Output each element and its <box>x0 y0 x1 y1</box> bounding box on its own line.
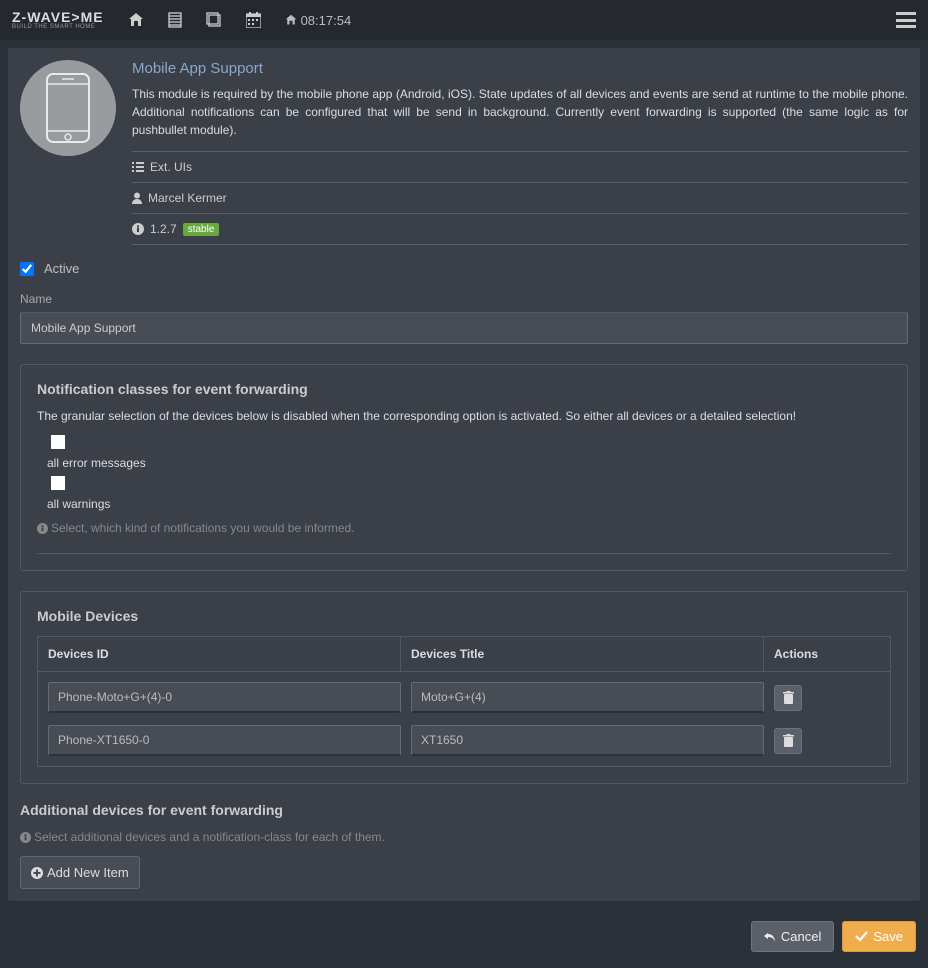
device-id-input[interactable] <box>48 725 401 756</box>
notification-help: Select, which kind of notifications you … <box>37 521 891 554</box>
additional-help-text: Select additional devices and a notifica… <box>34 830 385 844</box>
elements-icon[interactable] <box>168 12 182 28</box>
menu-icon[interactable] <box>896 12 916 28</box>
user-icon <box>132 192 142 204</box>
device-title-input[interactable] <box>411 682 764 713</box>
col-header-actions: Actions <box>764 637 890 671</box>
category-text: Ext. UIs <box>150 160 192 174</box>
trash-icon <box>783 691 794 704</box>
device-title-input[interactable] <box>411 725 764 756</box>
delete-button[interactable] <box>774 728 802 754</box>
clock-time: 08:17:54 <box>301 13 352 28</box>
name-label: Name <box>20 292 908 306</box>
list-icon <box>132 162 144 172</box>
clock: 08:17:54 <box>285 13 352 28</box>
module-category: Ext. UIs <box>132 151 908 182</box>
warnings-label: all warnings <box>47 497 891 511</box>
delete-button[interactable] <box>774 685 802 711</box>
save-button[interactable]: Save <box>842 921 916 952</box>
module-author: Marcel Kermer <box>132 182 908 213</box>
devices-title: Mobile Devices <box>37 608 891 624</box>
cancel-button[interactable]: Cancel <box>751 921 834 952</box>
col-header-id: Devices ID <box>38 637 401 671</box>
brand-logo[interactable]: Z-WAVE>ME BUILD THE SMART HOME <box>12 10 104 30</box>
notification-section: Notification classes for event forwardin… <box>20 364 908 571</box>
author-text: Marcel Kermer <box>148 191 227 205</box>
brand-name: Z-WAVE>ME <box>12 10 104 24</box>
info-icon <box>20 832 31 843</box>
devices-section: Mobile Devices Devices ID Devices Title … <box>20 591 908 784</box>
module-icon <box>20 60 116 156</box>
home-small-icon <box>285 14 297 26</box>
footer-actions: Cancel Save <box>8 917 920 960</box>
main-panel: Mobile App Support This module is requir… <box>8 48 920 901</box>
warnings-checkbox[interactable] <box>51 476 65 490</box>
check-icon <box>855 931 868 942</box>
brand-tagline: BUILD THE SMART HOME <box>12 24 104 30</box>
rooms-icon[interactable] <box>206 12 222 28</box>
devices-table: Devices ID Devices Title Actions <box>37 636 891 767</box>
module-title: Mobile App Support <box>132 60 908 77</box>
module-description: This module is required by the mobile ph… <box>132 85 908 139</box>
additional-title: Additional devices for event forwarding <box>20 802 908 818</box>
col-header-title: Devices Title <box>401 637 764 671</box>
trash-icon <box>783 734 794 747</box>
table-row <box>42 719 886 762</box>
notification-desc: The granular selection of the devices be… <box>37 409 891 423</box>
module-version: 1.2.7 stable <box>132 213 908 245</box>
active-checkbox[interactable] <box>20 262 34 276</box>
maturity-badge: stable <box>183 223 220 236</box>
info-icon <box>132 223 144 235</box>
top-nav: Z-WAVE>ME BUILD THE SMART HOME 08:17:54 <box>0 0 928 40</box>
errors-checkbox[interactable] <box>51 435 65 449</box>
name-input[interactable] <box>20 312 908 344</box>
version-text: 1.2.7 <box>150 222 177 236</box>
home-icon[interactable] <box>128 12 144 28</box>
notification-title: Notification classes for event forwardin… <box>37 381 891 397</box>
additional-help: Select additional devices and a notifica… <box>20 830 908 844</box>
errors-label: all error messages <box>47 456 891 470</box>
calendar-icon[interactable] <box>246 12 261 28</box>
plus-circle-icon <box>31 867 43 879</box>
info-icon <box>37 523 48 534</box>
table-row <box>42 676 886 719</box>
phone-icon <box>46 73 90 143</box>
additional-section: Additional devices for event forwarding … <box>20 802 908 889</box>
active-label: Active <box>44 261 79 276</box>
notification-help-text: Select, which kind of notifications you … <box>51 521 355 535</box>
device-id-input[interactable] <box>48 682 401 713</box>
add-item-label: Add New Item <box>47 865 129 880</box>
undo-icon <box>764 931 776 943</box>
add-item-button[interactable]: Add New Item <box>20 856 140 889</box>
